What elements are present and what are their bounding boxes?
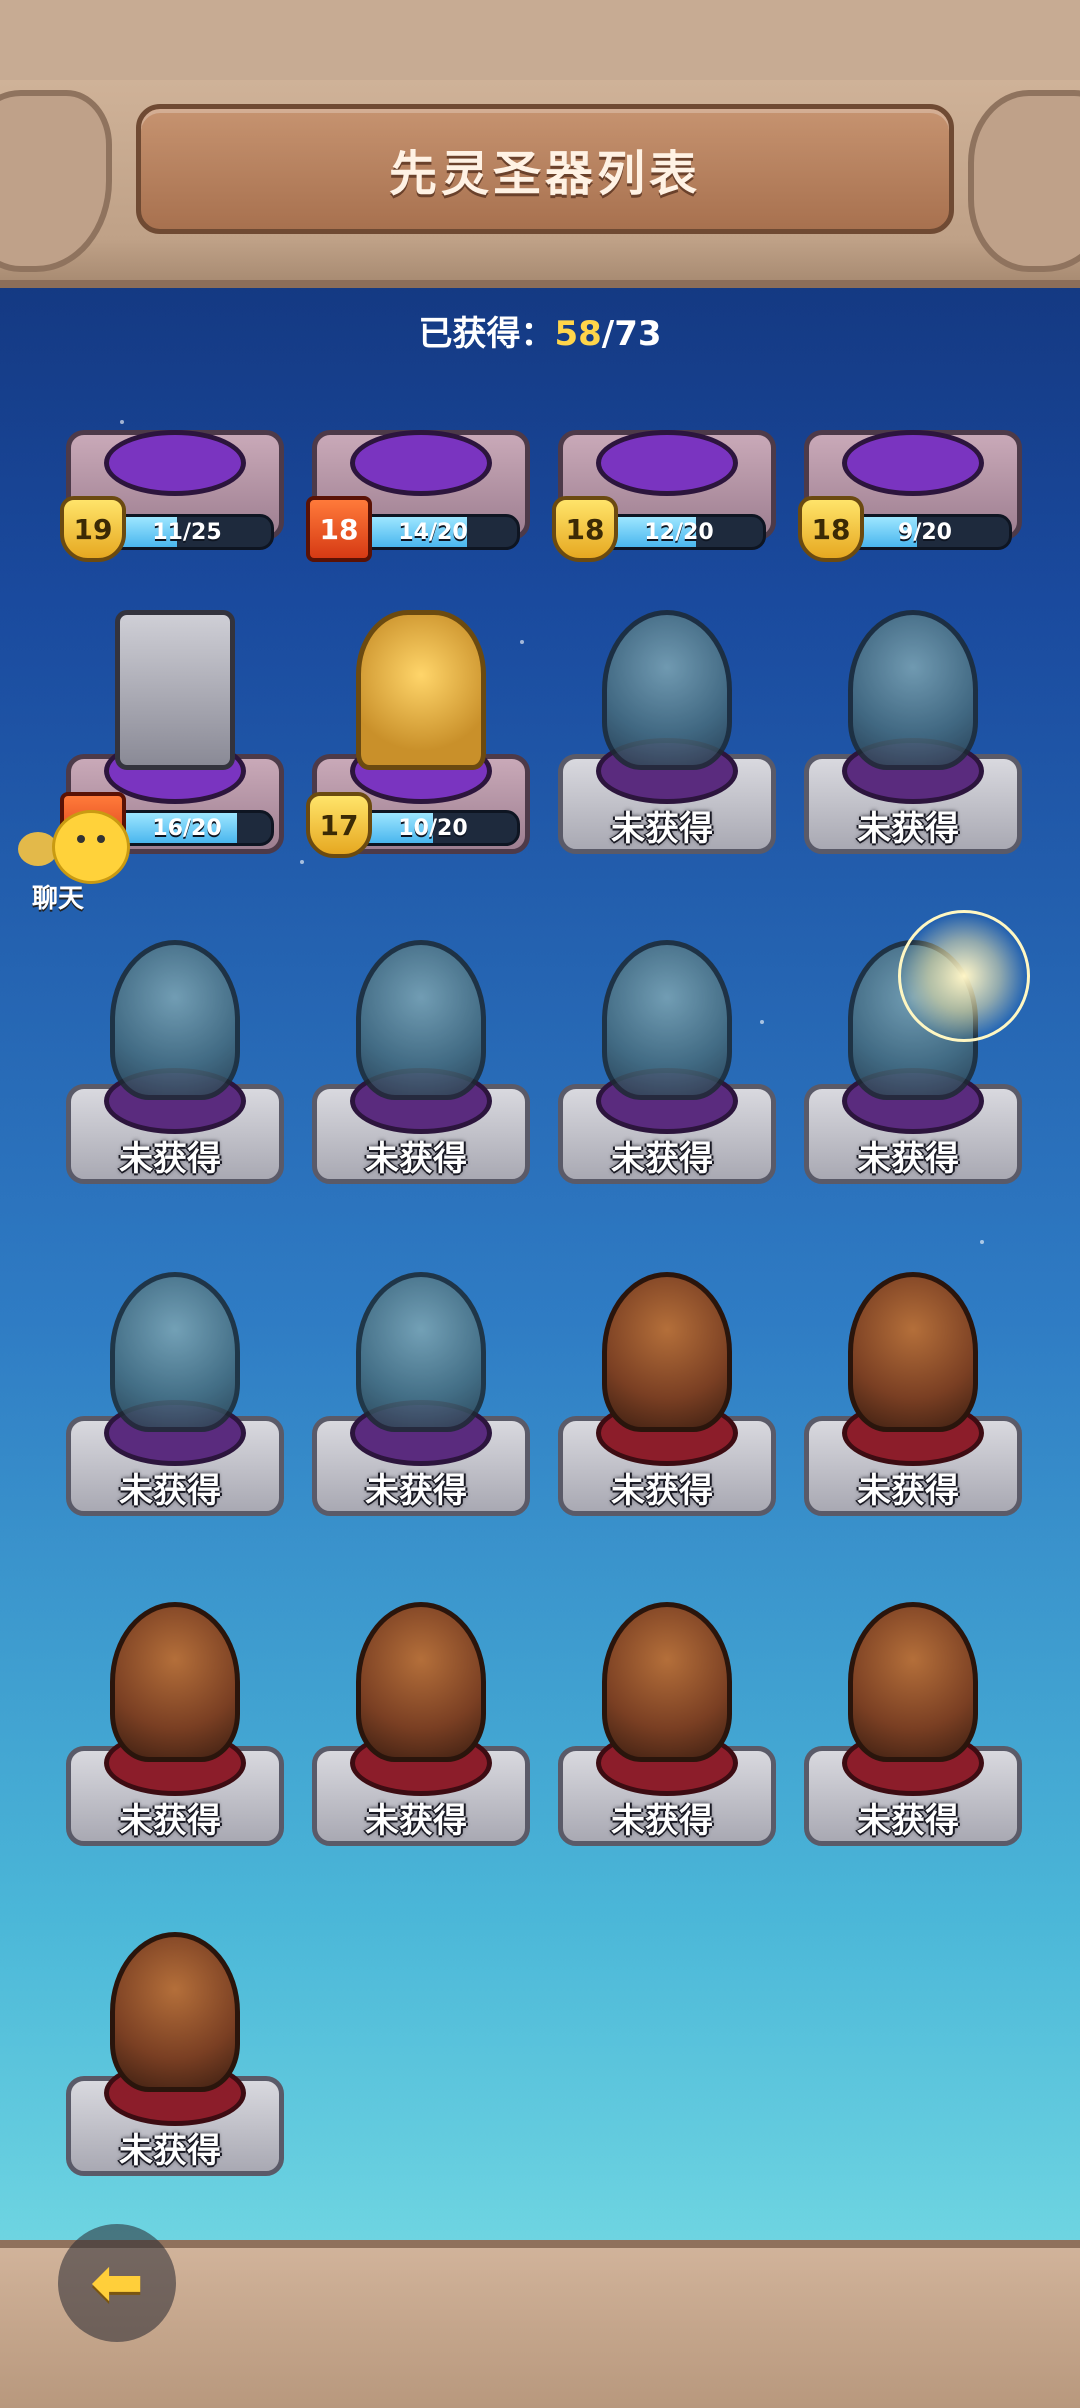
locked-label: 未获得 bbox=[365, 1139, 467, 1179]
rock-decoration-left bbox=[0, 90, 112, 272]
relic-card[interactable]: 9/20 18 bbox=[798, 380, 1022, 562]
rock-decoration-right bbox=[968, 90, 1080, 272]
relic-figure-icon bbox=[115, 610, 235, 770]
page-title: 先灵圣器列表 bbox=[388, 146, 701, 202]
locked-label: 未获得 bbox=[857, 1139, 959, 1179]
locked-label: 未获得 bbox=[119, 1471, 221, 1511]
relic-card[interactable]: 未获得 bbox=[552, 1572, 776, 1882]
obtained-count: 58 bbox=[554, 314, 602, 354]
relic-card[interactable]: 未获得 bbox=[60, 1902, 284, 2212]
relic-card[interactable]: 10/20 17 bbox=[306, 580, 530, 890]
relic-card[interactable]: 11/25 19 bbox=[60, 380, 284, 562]
relic-figure-icon bbox=[110, 940, 240, 1100]
level-badge: 19 bbox=[60, 496, 126, 562]
obtained-label: 已获得： bbox=[418, 314, 555, 354]
locked-label: 未获得 bbox=[611, 809, 713, 849]
relic-card[interactable]: 未获得 bbox=[798, 910, 1030, 1220]
locked-label: 未获得 bbox=[119, 1801, 221, 1841]
relic-card[interactable]: 未获得 bbox=[552, 1242, 776, 1552]
relic-figure-icon bbox=[356, 1272, 486, 1432]
relic-card[interactable]: 未获得 bbox=[306, 1572, 530, 1882]
glow-orb-icon bbox=[898, 910, 1030, 1042]
level-badge: 18 bbox=[552, 496, 618, 562]
relic-figure-icon bbox=[602, 1272, 732, 1432]
relic-figure-icon bbox=[602, 940, 732, 1100]
locked-label: 未获得 bbox=[857, 1801, 959, 1841]
locked-label: 未获得 bbox=[857, 809, 959, 849]
locked-label: 未获得 bbox=[119, 2131, 221, 2171]
level-badge: 17 bbox=[306, 792, 372, 858]
progress-text: 10/20 bbox=[398, 815, 468, 841]
relic-figure-icon bbox=[848, 610, 978, 770]
obtained-separator: / bbox=[601, 314, 615, 354]
relic-card[interactable]: 未获得 bbox=[306, 910, 530, 1220]
relic-card[interactable]: 未获得 bbox=[60, 1572, 284, 1882]
relic-card[interactable]: 未获得 bbox=[60, 910, 284, 1220]
pedestal-disc bbox=[842, 430, 984, 496]
title-plate: 先灵圣器列表 bbox=[136, 104, 954, 234]
relic-card[interactable]: 12/20 18 bbox=[552, 380, 776, 562]
pedestal-disc bbox=[350, 430, 492, 496]
progress-text: 11/25 bbox=[152, 519, 222, 545]
relic-progress-bar: 9/20 bbox=[838, 514, 1012, 550]
locked-label: 未获得 bbox=[611, 1801, 713, 1841]
relic-figure-icon bbox=[848, 1602, 978, 1762]
relic-card[interactable]: 未获得 bbox=[306, 1242, 530, 1552]
relic-card[interactable]: 14/20 18 bbox=[306, 380, 530, 562]
relic-progress-bar: 14/20 bbox=[346, 514, 520, 550]
arrow-left-icon: ⬅ bbox=[90, 2246, 144, 2320]
relic-figure-icon bbox=[110, 1602, 240, 1762]
locked-label: 未获得 bbox=[119, 1139, 221, 1179]
level-badge: 18 bbox=[798, 496, 864, 562]
emoji-face-icon bbox=[52, 810, 130, 884]
relic-card[interactable]: 未获得 bbox=[552, 910, 776, 1220]
relic-figure-icon bbox=[848, 1272, 978, 1432]
relic-figure-icon bbox=[602, 1602, 732, 1762]
relic-card[interactable]: 未获得 bbox=[798, 1242, 1022, 1552]
relic-figure-icon bbox=[110, 1932, 240, 2092]
locked-label: 未获得 bbox=[611, 1139, 713, 1179]
chat-button[interactable]: 聊天 bbox=[18, 810, 130, 914]
locked-label: 未获得 bbox=[857, 1471, 959, 1511]
relic-figure-icon bbox=[602, 610, 732, 770]
locked-label: 未获得 bbox=[365, 1471, 467, 1511]
relic-figure-icon bbox=[356, 1602, 486, 1762]
locked-label: 未获得 bbox=[365, 1801, 467, 1841]
relic-progress-bar: 11/25 bbox=[100, 514, 274, 550]
relic-card[interactable]: 未获得 bbox=[798, 1572, 1022, 1882]
relic-progress-bar: 12/20 bbox=[592, 514, 766, 550]
relic-figure-icon bbox=[356, 610, 486, 770]
level-badge: 18 bbox=[306, 496, 372, 562]
progress-text: 12/20 bbox=[644, 519, 714, 545]
back-button[interactable]: ⬅ bbox=[58, 2224, 176, 2342]
relic-card[interactable]: 未获得 bbox=[552, 580, 776, 890]
progress-text: 14/20 bbox=[398, 519, 468, 545]
chat-label: 聊天 bbox=[32, 884, 85, 914]
relic-card[interactable]: 未获得 bbox=[60, 1242, 284, 1552]
obtained-total: 73 bbox=[614, 314, 662, 354]
relic-card[interactable]: 未获得 bbox=[798, 580, 1022, 890]
relic-progress-bar: 10/20 bbox=[346, 810, 520, 846]
progress-text: 9/20 bbox=[898, 519, 952, 545]
pedestal-disc bbox=[104, 430, 246, 496]
relic-figure-icon bbox=[356, 940, 486, 1100]
locked-label: 未获得 bbox=[611, 1471, 713, 1511]
relic-figure-icon bbox=[110, 1272, 240, 1432]
pedestal-disc bbox=[596, 430, 738, 496]
obtained-counter: 已获得：58/73 bbox=[0, 306, 1080, 355]
status-bar-strip bbox=[0, 0, 1080, 80]
